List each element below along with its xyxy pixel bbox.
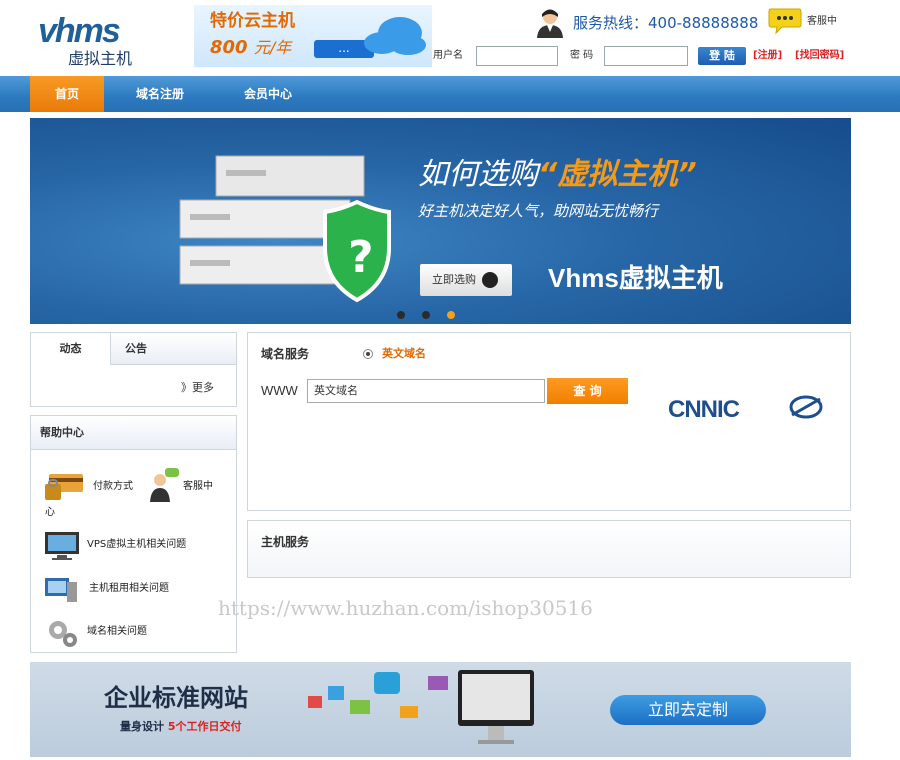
bottom-banner-title: 企业标准网站 bbox=[104, 684, 248, 712]
help-item-service[interactable]: 客服中 bbox=[183, 480, 213, 494]
banner-title-prefix: 如何选购 bbox=[418, 157, 538, 192]
help-center-panel: 帮助中心 付款方式 客服中 心 VPS虚拟主机相关问题 主机租用相关问题 域名相… bbox=[30, 415, 237, 653]
help-item-domain[interactable]: 域名相关问题 bbox=[87, 625, 147, 639]
bottom-banner-sub-highlight: 5个工作日交付 bbox=[167, 720, 242, 733]
password-label: 密 码 bbox=[570, 50, 594, 61]
banner-subtitle: 好主机决定好人气，助网站无忧畅行 bbox=[418, 202, 659, 220]
banner-title-highlight: “虚拟主机” bbox=[538, 157, 697, 192]
english-domain-label: 英文域名 bbox=[382, 347, 426, 360]
buy-now-label: 立即选购 bbox=[432, 273, 476, 286]
query-button[interactable]: 查 询 bbox=[547, 378, 628, 404]
www-prefix: WWW bbox=[261, 383, 298, 398]
username-input[interactable] bbox=[476, 46, 558, 66]
promo-banner[interactable]: 特价云主机 800 元/年 ... bbox=[194, 5, 432, 67]
nav-home[interactable]: 首页 bbox=[30, 76, 104, 112]
computer-icon bbox=[45, 578, 77, 602]
main-nav: 首页 域名注册 会员中心 bbox=[0, 76, 900, 112]
bottom-banner-sub-prefix: 量身设计 bbox=[120, 720, 164, 733]
english-domain-radio[interactable] bbox=[363, 349, 373, 359]
website-devices-illustration bbox=[308, 670, 534, 744]
bottom-banner-subtitle: 量身设计 5个工作日交付 bbox=[120, 720, 242, 734]
customer-service-icon bbox=[150, 468, 179, 502]
monitor-icon bbox=[45, 532, 79, 560]
host-service-title: 主机服务 bbox=[261, 535, 310, 549]
nav-domain-register[interactable]: 域名注册 bbox=[122, 76, 198, 112]
register-link[interactable]: [注册] bbox=[753, 49, 782, 63]
site-logo[interactable]: vhms 虚拟主机 bbox=[30, 10, 160, 70]
customize-now-button[interactable]: 立即去定制 bbox=[610, 695, 766, 725]
logo-text: 虚拟主机 bbox=[68, 49, 133, 68]
slide-dot-1[interactable] bbox=[397, 311, 405, 319]
promo-title: 特价云主机 bbox=[210, 11, 295, 31]
help-item-payment[interactable]: 付款方式 bbox=[93, 480, 133, 494]
help-item-vps[interactable]: VPS虚拟主机相关问题 bbox=[87, 538, 186, 552]
gears-icon bbox=[49, 621, 77, 647]
watermark: https://www.huzhan.com/ishop30516 bbox=[218, 596, 593, 620]
promo-price-value: 800 bbox=[210, 37, 248, 58]
banner-brand: Vhms虚拟主机 bbox=[548, 263, 723, 293]
domain-search-input[interactable]: 英文域名 bbox=[307, 379, 545, 403]
forgot-password-link[interactable]: [找回密码] bbox=[795, 49, 844, 63]
banner-title: 如何选购“虚拟主机” bbox=[418, 158, 697, 192]
login-button[interactable]: 登 陆 bbox=[698, 47, 746, 65]
more-link[interactable]: 》更多 bbox=[181, 379, 214, 395]
bottom-banner[interactable]: 企业标准网站 量身设计 5个工作日交付 立即去定制 bbox=[30, 662, 851, 757]
password-input[interactable] bbox=[604, 46, 688, 66]
search-icon bbox=[482, 272, 498, 288]
server-illustration: ? bbox=[179, 155, 391, 303]
help-item-service-tail[interactable]: 心 bbox=[45, 506, 55, 520]
chat-bubble-icon[interactable] bbox=[768, 6, 802, 34]
help-item-hosting[interactable]: 主机租用相关问题 bbox=[89, 582, 169, 596]
hotline: 服务热线：400-88888888 bbox=[573, 14, 759, 32]
username-label: 用户名 bbox=[433, 50, 463, 61]
host-service-panel: 主机服务 bbox=[247, 520, 851, 578]
slide-dot-3[interactable] bbox=[447, 311, 455, 319]
nav-member-center[interactable]: 会员中心 bbox=[230, 76, 306, 112]
svg-text:?: ? bbox=[348, 232, 374, 283]
tab-news[interactable]: 动态 bbox=[31, 333, 111, 365]
domain-service-title: 域名服务 bbox=[261, 347, 310, 361]
person-icon bbox=[537, 9, 563, 38]
promo-price: 800 元/年 bbox=[210, 38, 291, 58]
tab-announcements[interactable]: 公告 bbox=[111, 333, 161, 365]
cloud-icon bbox=[364, 17, 426, 55]
help-center-title: 帮助中心 bbox=[31, 416, 236, 450]
news-panel: 动态 公告 》更多 bbox=[30, 332, 237, 407]
logo-mark: vhms bbox=[38, 12, 121, 50]
cnnic-logo: CNNIC bbox=[668, 396, 740, 423]
slide-dot-2[interactable] bbox=[422, 311, 430, 319]
globe-logo-icon bbox=[789, 395, 823, 419]
domain-service-panel: 域名服务 英文域名 WWW 英文域名 查 询 CNNIC bbox=[247, 332, 851, 511]
buy-now-button[interactable]: 立即选购 bbox=[420, 264, 512, 296]
payment-icon bbox=[45, 474, 83, 500]
promo-price-unit: 元/年 bbox=[253, 38, 292, 57]
service-link[interactable]: 客服中 bbox=[807, 16, 837, 28]
hero-banner[interactable]: ? 如何选购“虚拟主机” 好主机决定好人气，助网站无忧畅行 立即选购 Vhms虚… bbox=[30, 118, 851, 324]
